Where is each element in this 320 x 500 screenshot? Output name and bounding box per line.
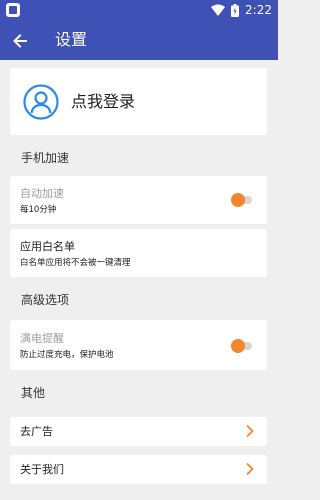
wifi-icon [211, 4, 226, 16]
status-bar: 2:22 [0, 0, 278, 22]
remove-ads-title: 去广告 [20, 425, 53, 438]
whitelist-title: 应用白名单 [20, 240, 75, 253]
battery-icon [231, 3, 240, 17]
about-us-row[interactable]: 关于我们 [10, 455, 267, 484]
about-us-title: 关于我们 [20, 463, 64, 476]
chevron-right-icon [246, 462, 254, 476]
user-avatar-icon [23, 84, 59, 120]
back-arrow-icon[interactable] [10, 31, 30, 51]
section-title-speed: 手机加速 [21, 151, 70, 165]
auto-speed-row[interactable]: 自动加速 每10分钟 [10, 176, 267, 224]
whitelist-row[interactable]: 应用白名单 白名单应用将不会被一键清理 [10, 229, 267, 277]
status-icons: 2:22 [211, 3, 272, 17]
full-charge-title: 满电提醒 [20, 332, 64, 345]
full-charge-subtitle: 防止过度充电，保护电池 [20, 350, 114, 360]
section-title-other: 其他 [21, 386, 46, 400]
notification-icon [6, 3, 20, 17]
full-charge-row[interactable]: 满电提醒 防止过度充电，保护电池 [10, 320, 267, 370]
auto-speed-subtitle: 每10分钟 [20, 205, 57, 215]
login-label: 点我登录 [71, 92, 136, 111]
section-title-advanced: 高级选项 [21, 293, 70, 307]
login-card[interactable]: 点我登录 [10, 68, 267, 135]
full-charge-toggle[interactable] [231, 339, 253, 353]
whitelist-subtitle: 白名单应用将不会被一键清理 [20, 258, 131, 268]
remove-ads-row[interactable]: 去广告 [10, 417, 267, 446]
toggle-thumb [231, 339, 245, 353]
toggle-thumb [231, 193, 245, 207]
page-title: 设置 [55, 30, 88, 49]
clock: 2:22 [245, 3, 272, 17]
chevron-right-icon [246, 424, 254, 438]
auto-speed-title: 自动加速 [20, 187, 64, 200]
app-bar: 设置 [0, 22, 278, 60]
auto-speed-toggle[interactable] [231, 193, 253, 207]
